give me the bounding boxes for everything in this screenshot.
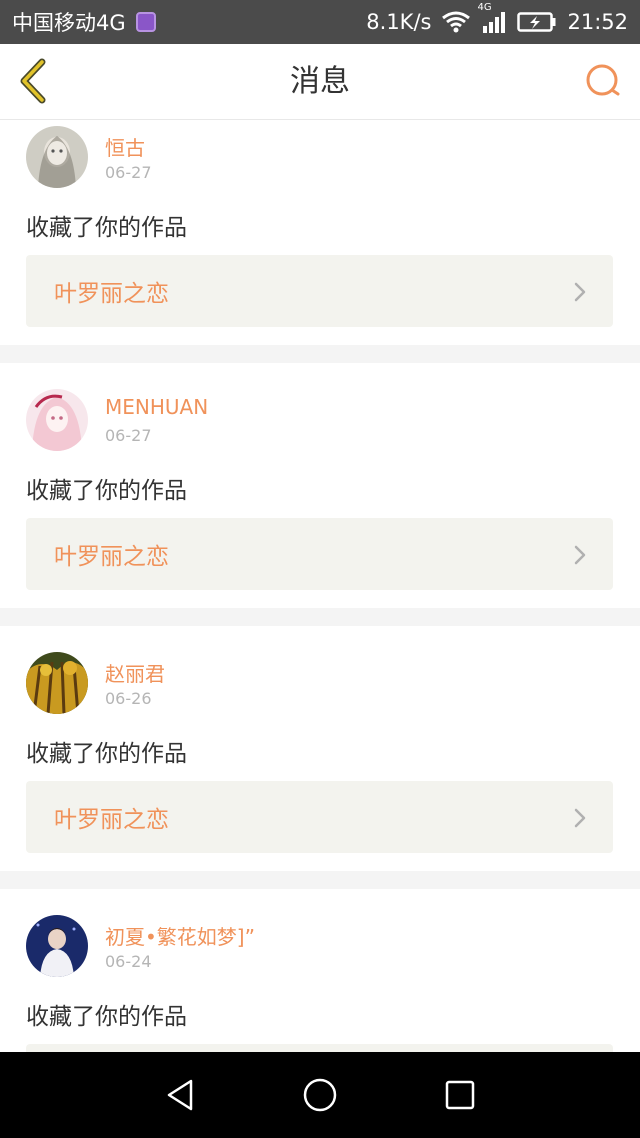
message-list[interactable]: 恒古 06-27 收藏了你的作品 叶罗丽之恋 MENHUAN 06-27 收藏了… — [0, 120, 640, 1052]
username[interactable]: 赵丽君 — [105, 658, 165, 687]
chevron-right-icon — [574, 808, 586, 828]
message-card: 恒古 06-27 收藏了你的作品 叶罗丽之恋 — [0, 120, 640, 345]
screen: 中国移动4G 8.1K/s 4G 21:52 消息 恒古 06-27 收藏了你的… — [0, 0, 640, 1138]
work-link[interactable]: 叶罗丽之恋 — [26, 255, 613, 327]
wifi-icon — [442, 11, 471, 33]
work-link[interactable]: 叶罗丽之恋 — [26, 518, 613, 590]
work-link[interactable]: 叶罗丽之恋 — [26, 781, 613, 853]
avatar[interactable] — [26, 652, 88, 714]
square-recents-icon — [445, 1080, 475, 1110]
message-card: MENHUAN 06-27 收藏了你的作品 叶罗丽之恋 — [0, 363, 640, 608]
app-header: 消息 — [0, 44, 640, 120]
message-action: 收藏了你的作品 — [26, 1004, 187, 1030]
message-date: 06-27 — [105, 163, 152, 182]
message-action: 收藏了你的作品 — [26, 478, 187, 504]
message-date: 06-27 — [105, 426, 152, 445]
avatar[interactable] — [26, 389, 88, 451]
work-link[interactable] — [26, 1044, 613, 1052]
message-card: 赵丽君 06-26 收藏了你的作品 叶罗丽之恋 — [0, 626, 640, 871]
work-title: 叶罗丽之恋 — [54, 544, 169, 570]
carrier-label: 中国移动4G — [12, 11, 126, 35]
message-action: 收藏了你的作品 — [26, 215, 187, 241]
network-type: 4G — [477, 2, 492, 13]
app-notification-icon — [135, 12, 156, 32]
message-card: 初夏•繁花如梦]” 06-24 收藏了你的作品 — [0, 889, 640, 1052]
search-button[interactable] — [582, 60, 626, 104]
network-speed: 8.1K/s — [366, 10, 432, 34]
message-date: 06-24 — [105, 952, 152, 971]
work-title: 叶罗丽之恋 — [54, 807, 169, 833]
username[interactable]: MENHUAN — [105, 395, 208, 419]
triangle-back-icon — [167, 1079, 193, 1111]
message-action: 收藏了你的作品 — [26, 741, 187, 767]
back-arrow-icon — [20, 58, 46, 104]
username[interactable]: 初夏•繁花如梦]” — [105, 921, 255, 950]
battery-charging-icon — [517, 12, 556, 32]
system-nav-bar — [0, 1052, 640, 1138]
username[interactable]: 恒古 — [105, 132, 145, 161]
back-button[interactable] — [14, 56, 64, 106]
message-date: 06-26 — [105, 689, 152, 708]
search-icon — [586, 64, 620, 96]
page-title: 消息 — [290, 64, 350, 99]
chevron-right-icon — [574, 282, 586, 302]
clock: 21:52 — [567, 10, 628, 34]
work-title: 叶罗丽之恋 — [54, 281, 169, 307]
avatar[interactable] — [26, 126, 88, 188]
status-bar: 中国移动4G 8.1K/s 4G 21:52 — [0, 0, 640, 44]
nav-back-button[interactable] — [160, 1075, 200, 1115]
chevron-right-icon — [574, 545, 586, 565]
signal-icon — [483, 12, 506, 33]
nav-recents-button[interactable] — [440, 1075, 480, 1115]
circle-home-icon — [303, 1078, 337, 1112]
avatar[interactable] — [26, 915, 88, 977]
nav-home-button[interactable] — [300, 1075, 340, 1115]
